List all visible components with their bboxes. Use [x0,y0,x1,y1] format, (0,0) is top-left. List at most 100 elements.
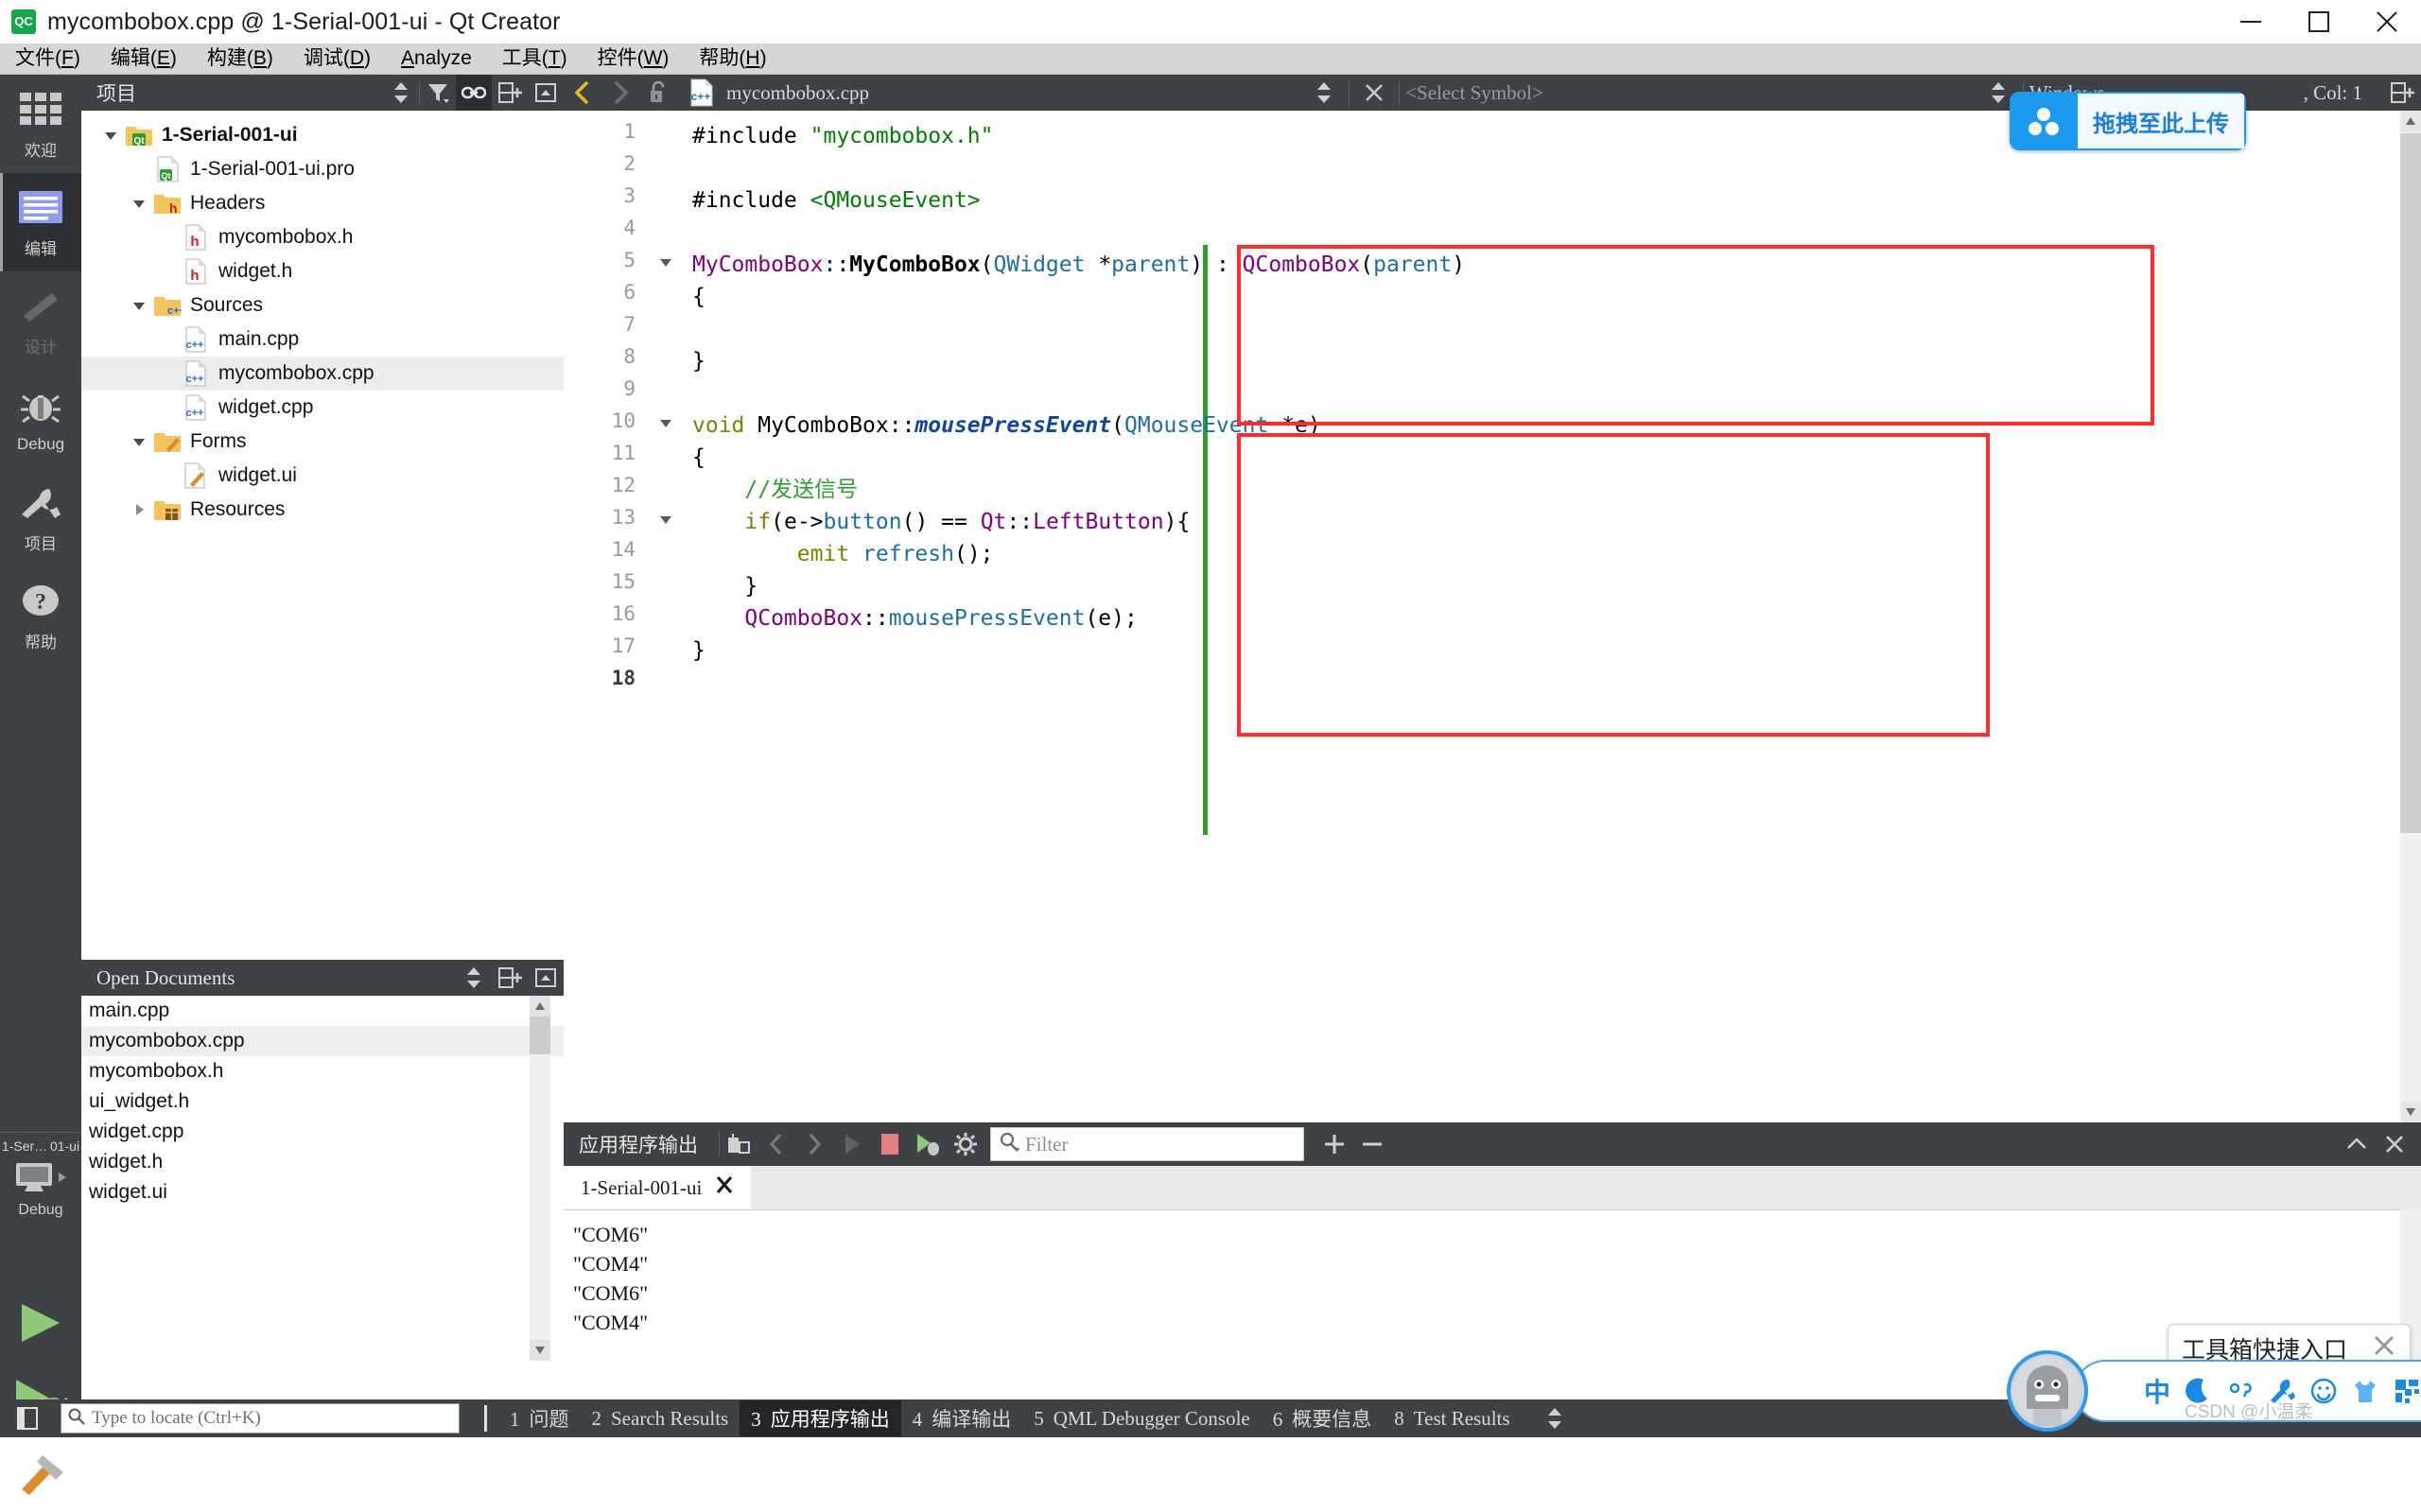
sync-link-icon[interactable] [456,75,492,111]
filter-icon[interactable] [420,75,456,111]
scrollbar-thumb[interactable] [530,1017,550,1054]
scroll-up-icon[interactable] [530,996,550,1017]
current-file-name[interactable]: mycombobox.cpp [726,81,869,105]
close-tab-icon[interactable] [715,1175,734,1200]
twisty-closed-icon[interactable] [125,502,153,517]
code-line[interactable]: { [692,281,705,313]
panel-tab-8[interactable]: 8 Test Results [1383,1403,1521,1434]
panel-tab-5[interactable]: 5 QML Debugger Console [1022,1403,1262,1434]
split-add-icon[interactable] [2383,75,2421,111]
settings-gear-icon[interactable] [947,1122,984,1166]
sort-toggle-icon[interactable] [383,75,419,111]
tree-item-forms[interactable]: Forms [81,425,564,459]
moon-icon[interactable] [2178,1370,2220,1412]
tree-item-widget-h[interactable]: h widget.h [81,254,564,288]
code-line[interactable]: void MyComboBox::mousePressEvent(QMouseE… [692,409,1321,442]
sidebar-item-edit[interactable]: 编辑 [0,173,81,271]
panel-tab-4[interactable]: 4 编译输出 [901,1400,1023,1436]
tree-item-mycombobox-h[interactable]: h mycombobox.h [81,220,564,254]
tree-item-resources[interactable]: Resources [81,493,564,527]
run-icon[interactable] [833,1122,871,1166]
build-hammer-button[interactable] [0,1436,81,1512]
toggle-sidebar-icon[interactable] [8,1399,47,1437]
fold-toggle-icon[interactable] [658,415,673,435]
code-line[interactable]: //发送信号 [692,474,858,506]
open-document-item[interactable]: widget.ui [81,1177,564,1208]
select-symbol-label[interactable]: <Select Symbol> [1405,81,1543,105]
code-line[interactable]: QComboBox::mousePressEvent(e); [692,602,1137,634]
next-item-icon[interactable] [795,1122,833,1166]
fold-toggle-icon[interactable] [658,254,673,274]
menu-build[interactable]: 构建(B) [192,43,288,74]
output-text[interactable]: "COM6" "COM4" "COM6" "COM4" [564,1210,2421,1337]
open-document-item[interactable]: widget.cpp [81,1117,564,1147]
back-arrow-icon[interactable] [564,75,601,111]
twisty-open-icon[interactable] [96,128,125,143]
open-document-item[interactable]: ui_widget.h [81,1086,564,1117]
code-line[interactable]: { [692,442,705,474]
add-icon[interactable] [1315,1122,1353,1166]
locator-field[interactable]: Type to locate (Ctrl+K) [61,1403,460,1434]
file-dropdown-icon[interactable] [1305,75,1343,111]
panel-tab-2[interactable]: 2 Search Results [581,1403,740,1434]
sidebar-item-help[interactable]: ? 帮助 [0,566,81,665]
tree-item-mycombobox-cpp[interactable]: c++ mycombobox.cpp [81,356,564,391]
twisty-open-icon[interactable] [125,434,153,449]
close-panel-icon[interactable] [528,75,564,111]
wrench-icon[interactable] [2261,1370,2303,1412]
chinese-mode-icon[interactable]: 中 [2136,1370,2178,1412]
code-line[interactable]: emit refresh(); [692,538,994,570]
filter-field[interactable]: Filter [990,1127,1304,1161]
close-icon[interactable] [2376,1122,2413,1166]
scroll-down-icon[interactable] [530,1340,550,1361]
menu-edit[interactable]: 编辑(E) [96,43,192,74]
scroll-up-icon[interactable] [2400,111,2421,131]
remove-icon[interactable] [1353,1122,1391,1166]
open-document-item[interactable]: widget.h [81,1147,564,1177]
tree-item-headers[interactable]: h Headers [81,186,564,220]
editor-scrollbar[interactable] [2400,111,2421,1122]
attach-output-icon[interactable] [720,1122,758,1166]
tree-item-sources[interactable]: c++ Sources [81,288,564,322]
menu-tools[interactable]: 工具(T) [487,43,583,74]
sort-toggle-icon[interactable] [456,960,492,996]
open-document-item[interactable]: main.cpp [81,996,564,1026]
upload-drop-widget[interactable]: 拖拽至此上传 [2010,92,2246,150]
open-documents-scrollbar[interactable] [530,996,550,1361]
split-add-icon[interactable] [492,960,528,996]
code-line[interactable]: #include <QMouseEvent> [692,184,981,217]
menu-debug[interactable]: 调试(D) [288,43,386,74]
maximize-button[interactable] [2285,0,2353,43]
sidebar-item-welcome[interactable]: 欢迎 [0,75,81,173]
ime-avatar-icon[interactable] [2007,1350,2088,1432]
scroll-down-icon[interactable] [2400,1102,2421,1122]
apps-grid-icon[interactable] [2386,1370,2421,1412]
tree-item-widget-cpp[interactable]: c++ widget.cpp [81,391,564,425]
twisty-open-icon[interactable] [125,196,153,211]
code-line[interactable]: if(e->button() == Qt::LeftButton){ [692,506,1190,538]
menu-help[interactable]: 帮助(H) [684,43,781,74]
code-line[interactable]: #include "mycombobox.h" [692,120,994,152]
prev-item-icon[interactable] [758,1122,795,1166]
open-document-item[interactable]: mycombobox.h [81,1056,564,1086]
kit-expand-arrow-icon[interactable] [56,1171,69,1189]
code-line[interactable]: } [692,634,705,667]
tree-item-widget-ui[interactable]: widget.ui [81,459,564,493]
skin-icon[interactable] [2344,1370,2386,1412]
stop-icon[interactable] [871,1122,909,1166]
sidebar-item-projects[interactable]: 项目 [0,468,81,566]
panel-tab-1[interactable]: 1 问题 [498,1400,581,1436]
close-icon[interactable] [2372,1333,2396,1364]
menu-file[interactable]: 文件(F) [0,43,96,74]
panel-tab-3[interactable]: 3 应用程序输出 [740,1400,901,1436]
code-line[interactable]: } [692,345,705,377]
twisty-open-icon[interactable] [125,298,153,313]
menu-widgets[interactable]: 控件(W) [583,43,685,74]
fold-toggle-icon[interactable] [658,512,673,531]
tree-item-1-serial-001-ui[interactable]: Qt 1-Serial-001-ui [81,118,564,152]
split-add-icon[interactable] [492,75,528,111]
output-tab[interactable]: 1-Serial-001-ui [564,1166,752,1209]
punctuation-icon[interactable] [2220,1370,2261,1412]
close-panel-icon[interactable] [528,960,564,996]
minimize-button[interactable] [2217,0,2285,43]
